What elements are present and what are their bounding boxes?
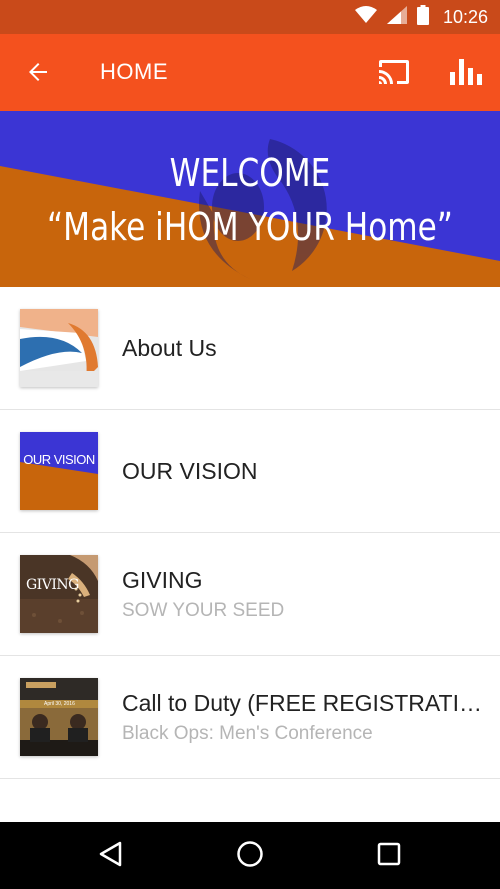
list-item-title: About Us: [122, 335, 217, 361]
thumbnail-caption: GIVING: [26, 577, 79, 593]
cast-button[interactable]: [375, 56, 413, 92]
our-vision-thumbnail: OUR VISION: [20, 432, 98, 510]
stats-button[interactable]: [446, 56, 486, 92]
thumbnail-caption: OUR VISION: [23, 452, 95, 467]
list-item-subtitle: SOW YOUR SEED: [122, 600, 285, 621]
nav-home-button[interactable]: [228, 834, 272, 878]
banner-welcome-text: WELCOME: [169, 151, 331, 195]
list-item-about-us[interactable]: About Us: [0, 287, 500, 410]
battery-icon: [416, 4, 429, 30]
list-item-our-vision[interactable]: OUR VISION OUR VISION: [0, 410, 500, 533]
welcome-banner: WELCOME “Make iHOM YOUR Home”: [0, 111, 500, 287]
bar-chart-icon: [450, 58, 482, 90]
system-nav-bar: [0, 822, 500, 889]
banner-background: [0, 111, 500, 287]
back-button[interactable]: [20, 56, 56, 92]
list-item-call-to-duty[interactable]: April 30, 2016 Call to Duty (FREE REGIST…: [0, 656, 500, 779]
status-bar: 10:26: [0, 0, 500, 34]
page-title: HOME: [100, 59, 168, 84]
nav-back-button[interactable]: [89, 834, 133, 878]
list-item-subtitle: Black Ops: Men's Conference: [122, 723, 373, 744]
arrow-back-icon: [26, 60, 50, 89]
triangle-back-icon: [98, 841, 124, 872]
thumbnail-caption: April 30, 2016: [44, 701, 75, 707]
list-item-title: OUR VISION: [122, 458, 258, 484]
status-icons: 10:26: [354, 0, 488, 34]
cast-icon: [378, 59, 410, 90]
banner-tagline-text: “Make iHOM YOUR Home”: [47, 205, 453, 249]
call-to-duty-thumbnail: April 30, 2016: [20, 678, 98, 756]
circle-home-icon: [236, 840, 264, 873]
list-item-title: Call to Duty (FREE REGISTRATION): [122, 690, 482, 716]
nav-recent-button[interactable]: [367, 834, 411, 878]
list-item-giving[interactable]: GIVING GIVING SOW YOUR SEED: [0, 533, 500, 656]
square-recent-icon: [377, 842, 401, 871]
content-list: About Us OUR VISION OUR VISION GIVING GI…: [0, 287, 500, 779]
app-bar: HOME: [0, 34, 500, 111]
wifi-icon: [354, 5, 377, 29]
list-item-title: GIVING: [122, 567, 203, 593]
about-us-thumbnail: [20, 309, 98, 387]
giving-thumbnail: GIVING: [20, 555, 98, 633]
status-time: 10:26: [442, 6, 488, 27]
signal-icon: [386, 5, 407, 29]
